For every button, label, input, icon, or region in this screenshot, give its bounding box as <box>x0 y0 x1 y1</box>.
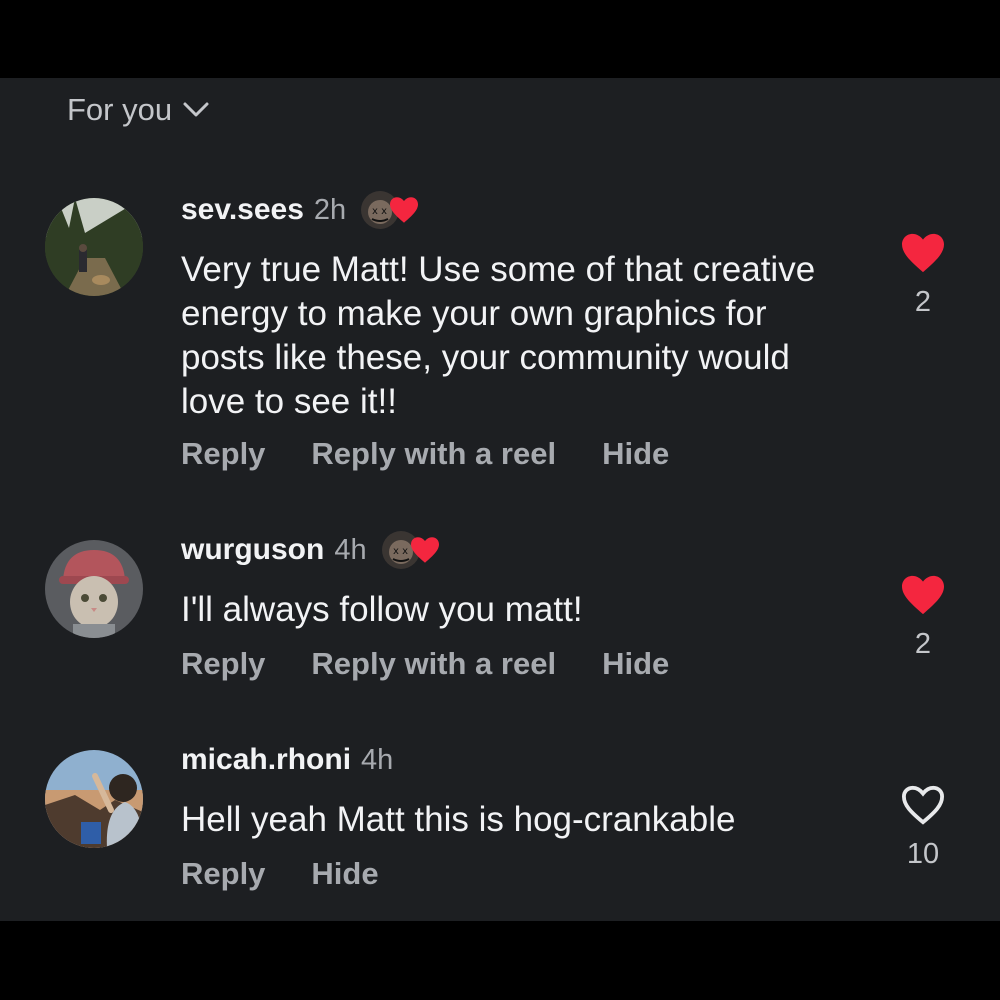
like-count: 2 <box>914 286 932 318</box>
reply-with-reel-button[interactable]: Reply with a reel <box>311 436 556 472</box>
heart-icon[interactable] <box>900 232 946 274</box>
heart-outline-icon[interactable] <box>900 784 946 826</box>
comment-timestamp: 4h <box>334 533 367 566</box>
comment-text: Hell yeah Matt this is hog-crankable <box>181 800 736 839</box>
reply-button[interactable]: Reply <box>181 436 265 472</box>
hide-button[interactable]: Hide <box>311 856 378 892</box>
svg-text:x x: x x <box>393 546 408 557</box>
comment-username[interactable]: micah.rhoni <box>181 743 351 777</box>
sort-label: For you <box>67 92 173 127</box>
heart-icon <box>410 537 439 563</box>
comment-timestamp: 2h <box>313 193 347 226</box>
comment-text: Very true Matt! Use some of that creativ… <box>181 250 816 421</box>
reply-button[interactable]: Reply <box>181 646 265 682</box>
like-count: 2 <box>914 628 932 660</box>
comment-timestamp: 4h <box>361 743 394 776</box>
comment-username[interactable]: sev.sees <box>181 193 304 227</box>
avatar[interactable] <box>45 540 143 638</box>
like-count: 10 <box>906 838 940 870</box>
hide-button[interactable]: Hide <box>602 436 669 472</box>
heart-icon <box>390 197 419 223</box>
comment-text: I'll always follow you matt! <box>181 590 583 629</box>
avatar[interactable] <box>45 750 143 848</box>
comment-username[interactable]: wurguson <box>181 533 324 567</box>
svg-text:x x: x x <box>372 206 387 217</box>
sort-dropdown[interactable]: For you <box>67 92 210 128</box>
creator-liked-badge: x x <box>381 527 445 573</box>
reply-with-reel-button[interactable]: Reply with a reel <box>311 646 556 682</box>
chevron-down-icon <box>183 102 209 117</box>
creator-liked-badge: x x <box>360 187 424 233</box>
comments-panel <box>0 78 1000 921</box>
avatar[interactable] <box>45 198 143 296</box>
heart-icon[interactable] <box>900 574 946 616</box>
hide-button[interactable]: Hide <box>602 646 669 682</box>
reply-button[interactable]: Reply <box>181 856 265 892</box>
